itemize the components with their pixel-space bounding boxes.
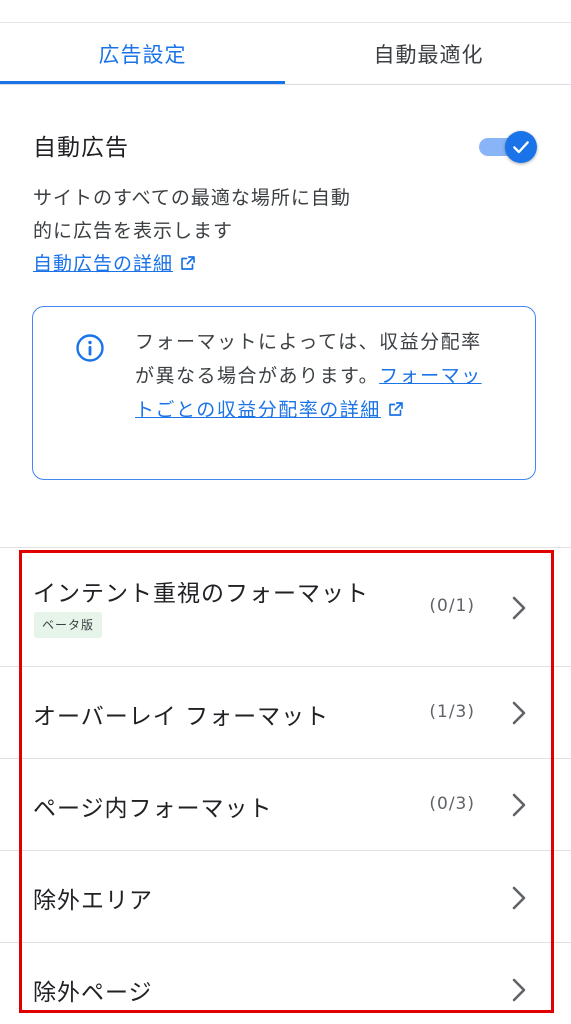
description-line-2: 的に広告を表示します bbox=[33, 220, 234, 242]
auto-ads-toggle[interactable] bbox=[479, 131, 539, 163]
auto-ads-learn-more-link[interactable]: 自動広告の詳細 bbox=[33, 248, 197, 283]
tab-ad-settings[interactable]: 広告設定 bbox=[0, 23, 285, 84]
auto-ads-description: サイトのすべての最適な場所に自動 的に広告を表示します bbox=[33, 182, 413, 248]
auto-ads-title: 自動広告 bbox=[33, 135, 129, 161]
chevron-right-icon bbox=[508, 976, 530, 1008]
description-line-1: サイトのすべての最適な場所に自動 bbox=[33, 187, 351, 209]
format-row-in-page[interactable]: ページ内フォーマット (0/3) bbox=[0, 759, 571, 851]
external-link-icon bbox=[387, 395, 405, 429]
chevron-right-icon bbox=[508, 699, 530, 731]
blocked-pages-row[interactable]: 除外ページ bbox=[0, 943, 571, 1024]
format-row-count: (0/1) bbox=[429, 596, 475, 616]
beta-badge: ベータ版 bbox=[34, 612, 103, 638]
format-row-label: 除外エリア bbox=[33, 888, 153, 914]
format-row-count: (0/3) bbox=[429, 794, 475, 814]
info-icon bbox=[75, 333, 105, 367]
learn-more-text: 自動広告の詳細 bbox=[33, 253, 174, 275]
revenue-share-info-box: フォーマットによっては、収益分配率が異なる場合があります。フォーマットごとの収益… bbox=[32, 306, 536, 480]
tab-bar: 広告設定 自動最適化 bbox=[0, 23, 571, 85]
chevron-right-icon bbox=[508, 594, 530, 626]
active-tab-indicator bbox=[0, 81, 285, 84]
chevron-right-icon bbox=[508, 791, 530, 823]
format-row-label: オーバーレイ フォーマット bbox=[33, 704, 330, 730]
format-row-label: インテント重視のフォーマット bbox=[33, 581, 369, 607]
format-row-overlay[interactable]: オーバーレイ フォーマット (1/3) bbox=[0, 667, 571, 759]
format-row-label: 除外ページ bbox=[33, 980, 153, 1006]
chevron-right-icon bbox=[508, 884, 530, 916]
format-row-label: ページ内フォーマット bbox=[33, 796, 273, 822]
blocked-areas-row[interactable]: 除外エリア bbox=[0, 851, 571, 943]
tab-auto-optimize[interactable]: 自動最適化 bbox=[286, 23, 571, 84]
external-link-icon bbox=[179, 250, 197, 283]
check-icon bbox=[513, 141, 529, 154]
info-text-block: フォーマットによっては、収益分配率が異なる場合があります。フォーマットごとの収益… bbox=[135, 325, 491, 429]
format-row-intent[interactable]: インテント重視のフォーマット (0/1) bbox=[0, 548, 571, 667]
format-row-count: (1/3) bbox=[429, 702, 475, 722]
toggle-thumb bbox=[505, 131, 537, 163]
